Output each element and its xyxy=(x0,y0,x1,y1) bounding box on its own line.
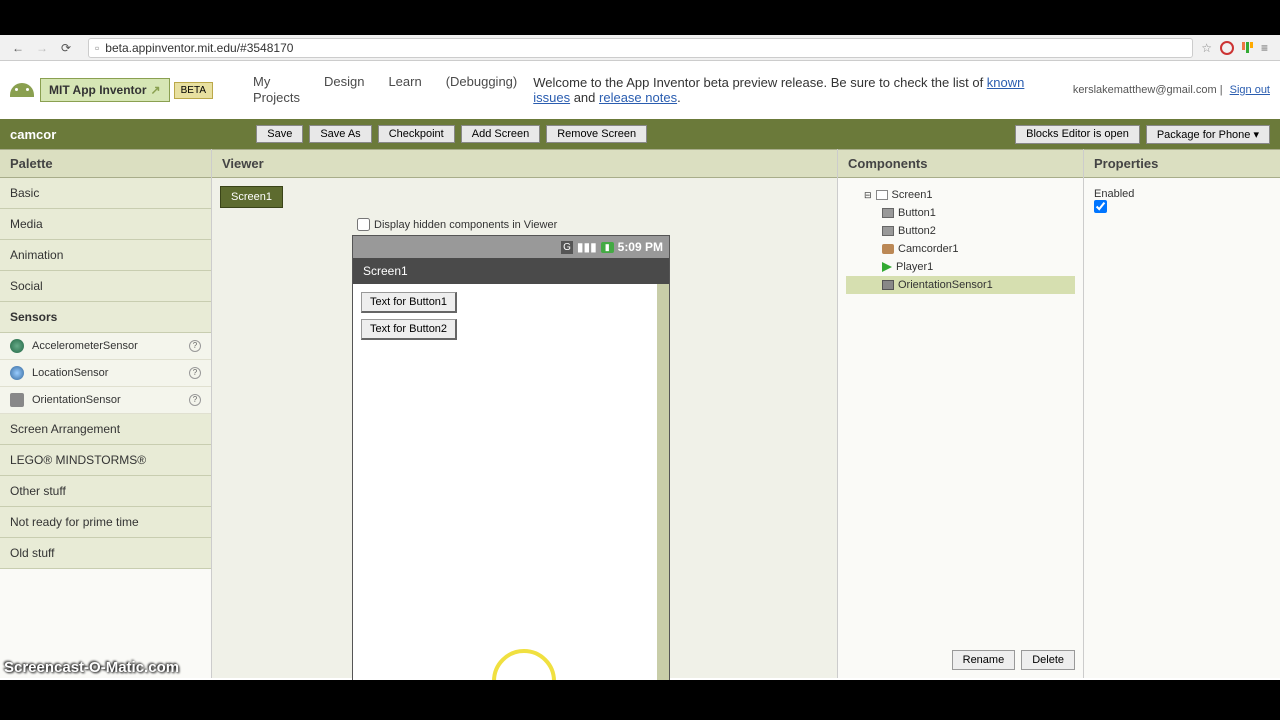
signal-icon: ▮▮▮ xyxy=(577,240,597,254)
camcorder-icon xyxy=(882,244,894,254)
release-notes-link[interactable]: release notes xyxy=(599,90,677,105)
location-icon xyxy=(10,366,24,380)
palette-title: Palette xyxy=(0,149,211,178)
orientation-icon xyxy=(882,280,894,290)
logo-text: MIT App Inventor xyxy=(49,83,147,97)
star-icon[interactable]: ☆ xyxy=(1201,41,1212,55)
add-screen-button[interactable]: Add Screen xyxy=(461,125,540,143)
reload-button[interactable]: ⟳ xyxy=(56,38,76,58)
save-button[interactable]: Save xyxy=(256,125,303,143)
palette-item-location[interactable]: LocationSensor ? xyxy=(0,360,211,387)
nav-my-projects[interactable]: My Projects xyxy=(253,74,300,105)
back-button[interactable]: ← xyxy=(8,38,28,58)
palette-cat-old[interactable]: Old stuff xyxy=(0,538,211,569)
preview-button1[interactable]: Text for Button1 xyxy=(361,292,457,313)
palette-panel: Palette Basic Media Animation Social Sen… xyxy=(0,149,212,678)
expand-icon[interactable]: ⊟ xyxy=(864,190,872,201)
display-hidden-checkbox[interactable] xyxy=(357,218,370,231)
tree-camcorder1[interactable]: Camcorder1 xyxy=(846,240,1075,258)
main-nav: My Projects Design Learn (Debugging) xyxy=(253,74,517,105)
delete-button[interactable]: Delete xyxy=(1021,650,1075,670)
help-icon[interactable]: ? xyxy=(189,394,201,406)
player-icon xyxy=(882,262,892,272)
welcome-message: Welcome to the App Inventor beta preview… xyxy=(517,75,1073,105)
user-email: kerslakematthew@gmail.com xyxy=(1073,84,1217,96)
beta-badge: BETA xyxy=(174,82,213,99)
project-name: camcor xyxy=(10,127,56,142)
checkpoint-button[interactable]: Checkpoint xyxy=(378,125,455,143)
palette-cat-sensors[interactable]: Sensors xyxy=(0,302,211,333)
orientation-icon xyxy=(10,393,24,407)
app-header: MIT App Inventor ↗ BETA My Projects Desi… xyxy=(0,61,1280,119)
phone-time: 5:09 PM xyxy=(618,240,663,254)
palette-cat-media[interactable]: Media xyxy=(0,209,211,240)
phone-body[interactable]: Text for Button1 Text for Button2 xyxy=(353,284,669,684)
button-icon xyxy=(882,208,894,218)
tree-button2[interactable]: Button2 xyxy=(846,222,1075,240)
nav-learn[interactable]: Learn xyxy=(388,74,421,105)
rename-button[interactable]: Rename xyxy=(952,650,1016,670)
palette-cat-other[interactable]: Other stuff xyxy=(0,476,211,507)
sign-out-link[interactable]: Sign out xyxy=(1230,84,1270,96)
save-as-button[interactable]: Save As xyxy=(309,125,371,143)
tree-screen1[interactable]: ⊟ Screen1 xyxy=(846,186,1075,204)
battery-icon: ▮ xyxy=(601,242,614,253)
screen-tab[interactable]: Screen1 xyxy=(220,186,283,208)
palette-cat-basic[interactable]: Basic xyxy=(0,178,211,209)
palette-item-orientation[interactable]: OrientationSensor ? xyxy=(0,387,211,414)
project-toolbar: camcor Save Save As Checkpoint Add Scree… xyxy=(0,119,1280,149)
nav-debugging[interactable]: (Debugging) xyxy=(446,74,518,105)
viewer-panel: Viewer Screen1 Display hidden components… xyxy=(212,149,838,678)
preview-button2[interactable]: Text for Button2 xyxy=(361,319,457,340)
prop-enabled-checkbox[interactable] xyxy=(1094,200,1107,213)
properties-panel: Properties Enabled xyxy=(1084,149,1280,678)
nav-design[interactable]: Design xyxy=(324,74,364,105)
tree-orientation1[interactable]: OrientationSensor1 xyxy=(846,276,1075,294)
remove-screen-button[interactable]: Remove Screen xyxy=(546,125,647,143)
android-icon xyxy=(10,83,34,97)
components-title: Components xyxy=(838,149,1083,178)
viewer-title: Viewer xyxy=(212,149,837,178)
url-bar[interactable]: ▫ beta.appinventor.mit.edu/#3548170 xyxy=(88,38,1193,58)
button-icon xyxy=(882,226,894,236)
phone-status-bar: G ▮▮▮ ▮ 5:09 PM xyxy=(353,236,669,258)
tree-player1[interactable]: Player1 xyxy=(846,258,1075,276)
ext-icon-2[interactable] xyxy=(1242,42,1253,53)
palette-cat-not-ready[interactable]: Not ready for prime time xyxy=(0,507,211,538)
package-phone-button[interactable]: Package for Phone ▾ xyxy=(1146,125,1270,144)
prop-enabled-label: Enabled xyxy=(1094,188,1270,200)
help-icon[interactable]: ? xyxy=(189,340,201,352)
phone-screen-title: Screen1 xyxy=(353,258,669,284)
palette-item-accel[interactable]: AccelerometerSensor ? xyxy=(0,333,211,360)
phone-preview: G ▮▮▮ ▮ 5:09 PM Screen1 Text for Button1… xyxy=(352,235,670,685)
logo[interactable]: MIT App Inventor ↗ BETA xyxy=(10,78,213,102)
blocks-editor-button[interactable]: Blocks Editor is open xyxy=(1015,125,1140,144)
palette-cat-social[interactable]: Social xyxy=(0,271,211,302)
palette-cat-lego[interactable]: LEGO® MINDSTORMS® xyxy=(0,445,211,476)
help-icon[interactable]: ? xyxy=(189,367,201,379)
components-tree: ⊟ Screen1 Button1 Button2 Camcorder1 xyxy=(838,178,1083,642)
url-text: beta.appinventor.mit.edu/#3548170 xyxy=(105,41,293,55)
palette-cat-animation[interactable]: Animation xyxy=(0,240,211,271)
properties-title: Properties xyxy=(1084,149,1280,178)
tree-button1[interactable]: Button1 xyxy=(846,204,1075,222)
components-panel: Components ⊟ Screen1 Button1 Button2 xyxy=(838,149,1084,678)
display-hidden-label: Display hidden components in Viewer xyxy=(374,219,557,231)
screen-icon xyxy=(876,190,888,200)
accel-icon xyxy=(10,339,24,353)
watermark: Screencast-O-Matic.com xyxy=(4,659,179,676)
page-icon: ▫ xyxy=(95,41,99,55)
status-icon: G xyxy=(561,241,573,254)
browser-toolbar: ← → ⟳ ▫ beta.appinventor.mit.edu/#354817… xyxy=(0,35,1280,61)
ext-icon-1[interactable] xyxy=(1220,41,1234,55)
palette-cat-screen-arr[interactable]: Screen Arrangement xyxy=(0,414,211,445)
menu-icon[interactable]: ≡ xyxy=(1261,41,1268,55)
forward-button[interactable]: → xyxy=(32,38,52,58)
user-area: kerslakematthew@gmail.com | Sign out xyxy=(1073,84,1270,96)
